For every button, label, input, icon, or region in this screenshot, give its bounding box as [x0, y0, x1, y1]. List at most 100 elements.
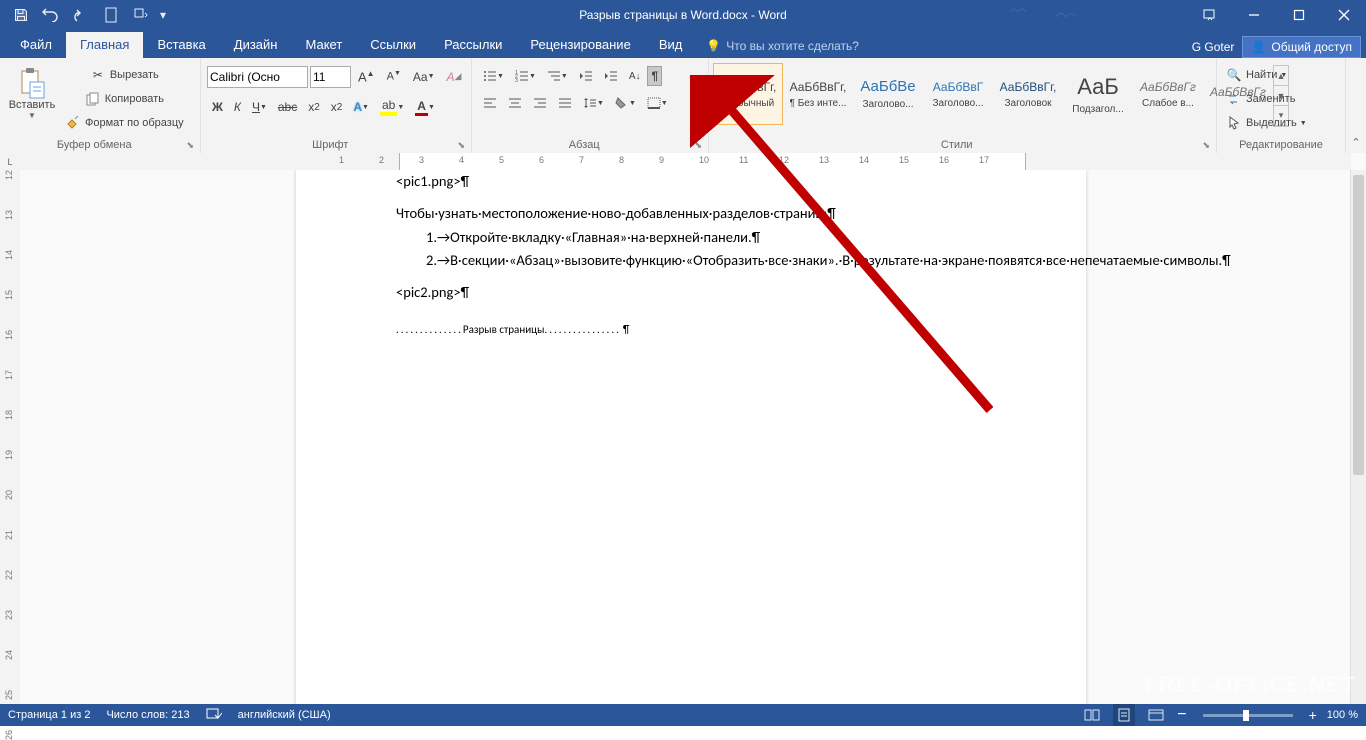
tell-me-search[interactable]: 💡 Что вы хотите сделать?: [696, 34, 869, 58]
format-painter-button[interactable]: Формат по образцу: [61, 112, 188, 134]
align-center-button[interactable]: [504, 94, 526, 112]
ribbon: Вставить ▼ ✂Вырезать Копировать Формат п…: [0, 58, 1366, 154]
underline-button[interactable]: Ч▼: [248, 97, 271, 117]
spell-check-icon[interactable]: [206, 707, 222, 724]
word-count[interactable]: Число слов: 213: [106, 709, 189, 721]
tab-view[interactable]: Вид: [645, 32, 697, 58]
touch-mode-icon[interactable]: [126, 0, 156, 30]
watermark: FREE-OFFICE.NET: [1144, 672, 1356, 698]
zoom-in-button[interactable]: +: [1309, 707, 1317, 723]
style-title[interactable]: АаБбВвГг,Заголовок: [993, 63, 1063, 125]
read-mode-icon[interactable]: [1081, 704, 1103, 726]
horizontal-ruler[interactable]: /*ticks added below via data render*/ 12…: [20, 153, 1351, 171]
replace-button[interactable]: Заменить: [1222, 88, 1299, 110]
share-button[interactable]: 👤 Общий доступ: [1242, 36, 1361, 58]
clear-formatting-button[interactable]: A◢: [443, 67, 466, 87]
line-spacing-button[interactable]: ▼: [579, 94, 608, 112]
change-case-button[interactable]: Aa▼: [409, 67, 439, 87]
increase-indent-button[interactable]: [600, 67, 622, 85]
close-button[interactable]: [1321, 0, 1366, 30]
style-normal[interactable]: АаБбВвГг,¶ Обычный: [713, 63, 783, 125]
align-right-button[interactable]: [529, 94, 551, 112]
decrease-indent-button[interactable]: [575, 67, 597, 85]
account-area: G Goter 👤 Общий доступ: [1192, 36, 1366, 58]
style-heading1[interactable]: АаБбВеЗаголово...: [853, 63, 923, 125]
tab-references[interactable]: Ссылки: [356, 32, 430, 58]
save-icon[interactable]: [6, 0, 36, 30]
page[interactable]: <pic1.png>¶ Чтобы·узнать·местоположение·…: [296, 170, 1086, 704]
tab-design[interactable]: Дизайн: [220, 32, 292, 58]
select-button[interactable]: Выделить▼: [1222, 112, 1311, 134]
subscript-button[interactable]: x2: [304, 97, 324, 117]
new-doc-icon[interactable]: [96, 0, 126, 30]
tab-review[interactable]: Рецензирование: [516, 32, 644, 58]
text-line: Чтобы·узнать·местоположение·ново-добавле…: [396, 203, 986, 225]
group-label-paragraph: Абзац: [476, 137, 692, 153]
sort-button[interactable]: A↓: [625, 68, 645, 85]
borders-button[interactable]: ▼: [643, 94, 672, 112]
minimize-button[interactable]: [1231, 0, 1276, 30]
collapse-ribbon-button[interactable]: ⌃: [1351, 136, 1360, 149]
font-color-button[interactable]: A▼: [411, 96, 439, 119]
maximize-button[interactable]: [1276, 0, 1321, 30]
shrink-font-button[interactable]: A▼: [383, 67, 405, 86]
font-size-combo[interactable]: [310, 66, 351, 88]
bold-button[interactable]: Ж: [208, 97, 227, 117]
align-left-button[interactable]: [479, 94, 501, 112]
superscript-button[interactable]: x2: [327, 97, 347, 117]
zoom-out-button[interactable]: −: [1177, 706, 1186, 724]
tab-mailings[interactable]: Рассылки: [430, 32, 516, 58]
clipboard-dialog-launcher[interactable]: ⬊: [184, 140, 196, 151]
ruler-corner[interactable]: L: [0, 153, 21, 171]
language-indicator[interactable]: английский (США): [238, 709, 331, 721]
tab-home[interactable]: Главная: [66, 32, 143, 58]
italic-button[interactable]: К: [230, 97, 245, 117]
tab-insert[interactable]: Вставка: [143, 32, 219, 58]
bullets-button[interactable]: ▼: [479, 67, 508, 85]
document-title: Разрыв страницы в Word.docx - Word: [579, 8, 787, 22]
tab-file[interactable]: Файл: [6, 32, 66, 58]
find-button[interactable]: 🔍Найти▼: [1222, 64, 1291, 86]
vertical-ruler[interactable]: 121314151617181920212223242526: [0, 170, 21, 704]
page-content[interactable]: <pic1.png>¶ Чтобы·узнать·местоположение·…: [296, 170, 1086, 338]
font-dialog-launcher[interactable]: ⬊: [455, 140, 467, 151]
paragraph-dialog-launcher[interactable]: ⬊: [692, 140, 704, 151]
font-name-combo[interactable]: [207, 66, 308, 88]
style-no-spacing[interactable]: АаБбВвГг,¶ Без инте...: [783, 63, 853, 125]
strikethrough-button[interactable]: abc: [274, 97, 301, 117]
style-gallery: АаБбВвГг,¶ Обычный АаБбВвГг,¶ Без инте..…: [713, 61, 1289, 127]
grow-font-button[interactable]: A▲: [354, 66, 379, 87]
group-label-styles: Стили: [713, 137, 1200, 153]
style-subtitle[interactable]: АаБПодзагол...: [1063, 63, 1133, 125]
zoom-level[interactable]: 100 %: [1327, 709, 1358, 721]
multilevel-list-button[interactable]: ▼: [543, 67, 572, 85]
copy-button[interactable]: Копировать: [61, 88, 188, 110]
style-heading2[interactable]: АаБбВвГЗаголово...: [923, 63, 993, 125]
paste-button[interactable]: Вставить ▼: [5, 62, 59, 123]
align-justify-button[interactable]: [554, 94, 576, 112]
numbering-button[interactable]: 123▼: [511, 67, 540, 85]
group-clipboard: Вставить ▼ ✂Вырезать Копировать Формат п…: [0, 58, 201, 153]
ribbon-options-icon[interactable]: [1186, 0, 1231, 30]
canvas: <pic1.png>¶ Чтобы·узнать·местоположение·…: [20, 170, 1351, 704]
web-layout-icon[interactable]: [1145, 704, 1167, 726]
highlight-button[interactable]: ab▼: [376, 95, 408, 119]
status-bar: Страница 1 из 2 Число слов: 213 английск…: [0, 704, 1366, 726]
show-paragraph-marks-button[interactable]: ¶: [647, 66, 662, 86]
text-effects-button[interactable]: A▼: [349, 97, 373, 117]
scroll-thumb[interactable]: [1353, 175, 1364, 475]
qat-dropdown-icon[interactable]: ▾: [156, 0, 170, 30]
shading-button[interactable]: ▼: [611, 94, 640, 112]
page-indicator[interactable]: Страница 1 из 2: [8, 709, 90, 721]
style-subtle-emphasis[interactable]: АаБбВвГгСлабое в...: [1133, 63, 1203, 125]
cut-button[interactable]: ✂Вырезать: [61, 64, 188, 86]
styles-dialog-launcher[interactable]: ⬊: [1200, 140, 1212, 151]
undo-icon[interactable]: [36, 0, 66, 30]
tab-layout[interactable]: Макет: [291, 32, 356, 58]
print-layout-icon[interactable]: [1113, 704, 1135, 726]
zoom-slider[interactable]: [1203, 714, 1293, 717]
user-name[interactable]: G Goter: [1192, 40, 1235, 54]
replace-icon: [1226, 91, 1242, 107]
vertical-scrollbar[interactable]: [1350, 170, 1366, 704]
redo-icon[interactable]: [66, 0, 96, 30]
